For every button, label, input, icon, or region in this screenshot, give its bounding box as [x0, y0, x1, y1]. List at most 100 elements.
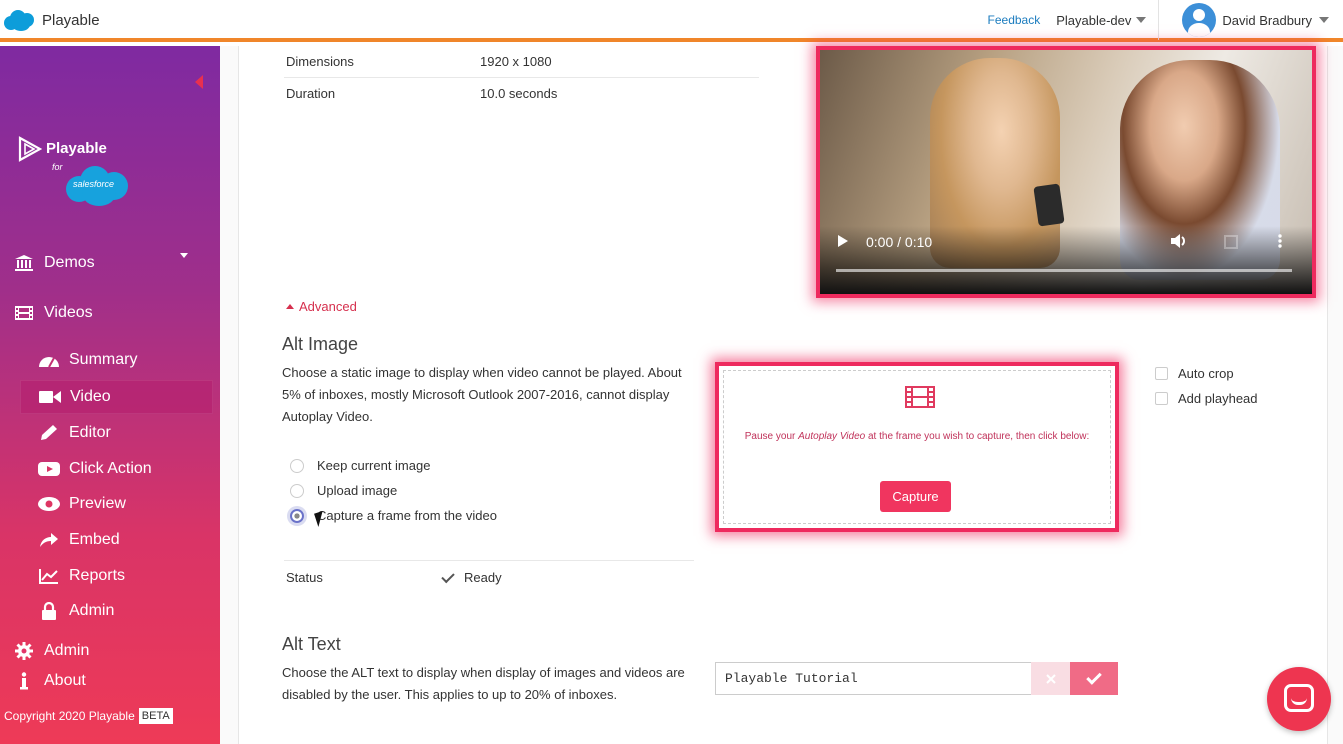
- sidebar-item-label: About: [44, 672, 86, 689]
- radio-button[interactable]: [290, 458, 304, 473]
- chevron-up-icon: [286, 304, 294, 309]
- more-options-icon[interactable]: [1278, 234, 1282, 251]
- film-icon: [14, 304, 34, 322]
- chat-launcher-button[interactable]: [1267, 667, 1331, 731]
- sidebar-item-label: Click Action: [69, 460, 152, 477]
- sidebar-item-admin-sub[interactable]: Admin: [38, 602, 114, 620]
- meta-value: 1920 x 1080: [480, 54, 552, 69]
- youtube-play-icon: [38, 460, 60, 478]
- app-name: Playable: [42, 11, 100, 29]
- video-time: 0:00 / 0:10: [866, 234, 933, 250]
- feedback-link[interactable]: Feedback: [988, 13, 1041, 27]
- footer: Copyright 2020 Playable BETA: [4, 708, 173, 724]
- sidebar-item-label: Videos: [44, 304, 93, 321]
- sidebar-item-click-action[interactable]: Click Action: [38, 460, 152, 478]
- salesforce-logo: salesforce: [66, 166, 130, 206]
- brand[interactable]: Playable: [0, 0, 100, 40]
- capture-button[interactable]: Capture: [880, 481, 951, 512]
- cancel-button[interactable]: [1031, 662, 1070, 695]
- meta-value: 10.0 seconds: [480, 85, 558, 101]
- alt-text-description: Choose the ALT text to display when disp…: [282, 665, 685, 702]
- user-name: David Bradbury: [1222, 12, 1312, 28]
- close-icon: [1045, 673, 1056, 684]
- auto-crop-option[interactable]: Auto crop: [1155, 366, 1234, 381]
- advanced-toggle[interactable]: Advanced: [286, 299, 357, 314]
- collapse-sidebar-icon[interactable]: [195, 75, 203, 89]
- logo-for: for: [52, 162, 63, 172]
- sidebar-item-label: Reports: [69, 567, 126, 584]
- sidebar-item-preview[interactable]: Preview: [38, 495, 126, 513]
- confirm-button[interactable]: [1070, 662, 1118, 695]
- copyright-text: Copyright 2020 Playable: [4, 709, 135, 723]
- lock-icon: [38, 602, 60, 620]
- check-icon: [441, 569, 455, 583]
- org-switcher[interactable]: Playable-dev: [1056, 12, 1147, 28]
- sidebar-item-embed[interactable]: Embed: [38, 531, 120, 549]
- alt-text-heading: Alt Text: [282, 634, 341, 654]
- main-content: Dimensions 1920 x 1080 Duration 10.0 sec…: [220, 46, 1343, 744]
- sidebar-item-video[interactable]: Video: [20, 380, 213, 414]
- chevron-down-icon[interactable]: [180, 253, 188, 258]
- checkbox-label: Auto crop: [1178, 366, 1234, 381]
- video-progress-bar[interactable]: [836, 269, 1292, 272]
- film-icon: [905, 386, 935, 408]
- add-playhead-checkbox[interactable]: [1155, 392, 1168, 405]
- sidebar-item-label: Video: [70, 388, 111, 405]
- dashboard-icon: [38, 351, 60, 369]
- video-player[interactable]: 0:00 / 0:10: [816, 46, 1316, 298]
- sidebar-item-label: Demos: [44, 254, 95, 271]
- avatar: [1182, 3, 1217, 37]
- sidebar-item-summary[interactable]: Summary: [38, 351, 137, 369]
- fullscreen-icon[interactable]: [1224, 235, 1238, 252]
- status-label: Status: [286, 570, 323, 585]
- volume-icon[interactable]: [1171, 234, 1189, 251]
- eye-icon: [38, 495, 60, 513]
- sidebar-item-label: Embed: [69, 531, 120, 548]
- salesforce-cloud-icon: [2, 8, 38, 32]
- sidebar-item-label: Editor: [69, 424, 111, 441]
- radio-keep-current-image[interactable]: Keep current image: [290, 458, 430, 473]
- radio-button[interactable]: [290, 483, 304, 498]
- advanced-label: Advanced: [299, 299, 357, 314]
- beta-badge: BETA: [138, 708, 173, 724]
- radio-upload-image[interactable]: Upload image: [290, 483, 397, 498]
- alt-text-input[interactable]: [715, 662, 1031, 695]
- alt-text-editor: [715, 662, 1119, 695]
- radio-button-selected[interactable]: [290, 508, 304, 523]
- meta-row-dimensions: Dimensions 1920 x 1080: [284, 46, 759, 78]
- sidebar-item-demos[interactable]: Demos: [14, 254, 95, 272]
- org-name: Playable-dev: [1056, 12, 1132, 28]
- meta-row-duration: Duration 10.0 seconds: [284, 77, 759, 109]
- gear-icon: [14, 642, 34, 660]
- play-logo-icon: [18, 136, 42, 162]
- bank-icon: [14, 254, 34, 272]
- capture-frame-panel: Pause your Autoplay Video at the frame y…: [715, 362, 1119, 532]
- sidebar-item-about[interactable]: About: [14, 672, 86, 690]
- chevron-down-icon: [1136, 17, 1147, 23]
- sidebar-item-label: Admin: [69, 602, 115, 619]
- alt-image-description: Choose a static image to display when vi…: [282, 365, 682, 424]
- info-icon: [14, 672, 34, 690]
- sidebar-item-label: Admin: [44, 642, 90, 659]
- logo-word: Playable: [46, 140, 107, 157]
- capture-instructions: Pause your Autoplay Video at the frame y…: [744, 431, 1090, 442]
- user-menu[interactable]: David Bradbury: [1158, 0, 1343, 40]
- top-bar: Playable Feedback Playable-dev David Bra…: [0, 0, 1343, 42]
- sidebar-item-editor[interactable]: Editor: [38, 424, 111, 442]
- video-camera-icon: [39, 388, 61, 406]
- sidebar: Playable for salesforce Demos Videos Sum…: [0, 46, 220, 744]
- sidebar-item-reports[interactable]: Reports: [38, 567, 125, 585]
- chevron-down-icon: [1319, 17, 1329, 23]
- alt-image-heading: Alt Image: [282, 334, 359, 354]
- line-chart-icon: [38, 567, 60, 585]
- radio-label: Capture a frame from the video: [317, 508, 497, 523]
- status-value: Ready: [464, 570, 502, 585]
- radio-label: Keep current image: [317, 458, 431, 473]
- add-playhead-option[interactable]: Add playhead: [1155, 391, 1258, 406]
- content-panel: Dimensions 1920 x 1080 Duration 10.0 sec…: [238, 46, 1328, 744]
- play-icon[interactable]: [837, 234, 849, 251]
- sidebar-item-videos[interactable]: Videos: [14, 304, 93, 322]
- check-icon: [1086, 668, 1102, 685]
- auto-crop-checkbox[interactable]: [1155, 367, 1168, 380]
- sidebar-item-admin[interactable]: Admin: [14, 642, 89, 660]
